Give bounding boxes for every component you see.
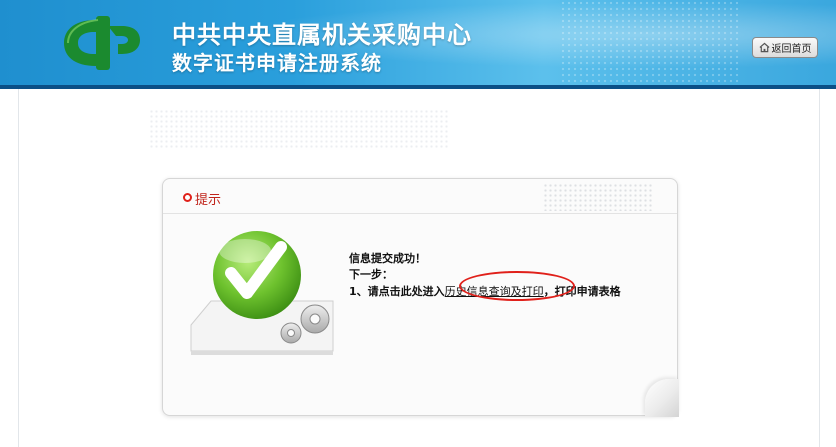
highlight-circle bbox=[459, 271, 575, 301]
site-title: 中共中央直属机关采购中心 bbox=[172, 21, 472, 49]
cp-logo bbox=[64, 16, 140, 70]
success-check-icon bbox=[190, 231, 334, 355]
notice-dialog: 提示 信息提交成功！ 下一步： 1、请点击此处进入历史信息查询及打印，打印申请表… bbox=[162, 178, 679, 417]
dialog-header: 提示 bbox=[163, 179, 677, 214]
next-step-label: 下一步： bbox=[349, 268, 393, 281]
page-curl-decoration bbox=[645, 379, 679, 417]
tip-bullet-icon bbox=[183, 193, 192, 202]
site-subtitle: 数字证书申请注册系统 bbox=[172, 51, 382, 75]
dialog-header-decoration bbox=[543, 183, 653, 211]
home-icon bbox=[759, 42, 769, 53]
step-1-prefix: 1、请点击此处进入 bbox=[349, 285, 445, 298]
return-home-label: 返回首页 bbox=[771, 44, 812, 55]
header-banner: 中共中央直属机关采购中心 数字证书申请注册系统 返回首页 bbox=[0, 0, 836, 87]
header-decoration bbox=[560, 0, 740, 87]
return-home-button[interactable]: 返回首页 bbox=[752, 37, 818, 58]
background-decoration bbox=[149, 109, 449, 149]
dialog-title: 提示 bbox=[195, 193, 222, 208]
success-message: 信息提交成功！ bbox=[349, 252, 426, 265]
